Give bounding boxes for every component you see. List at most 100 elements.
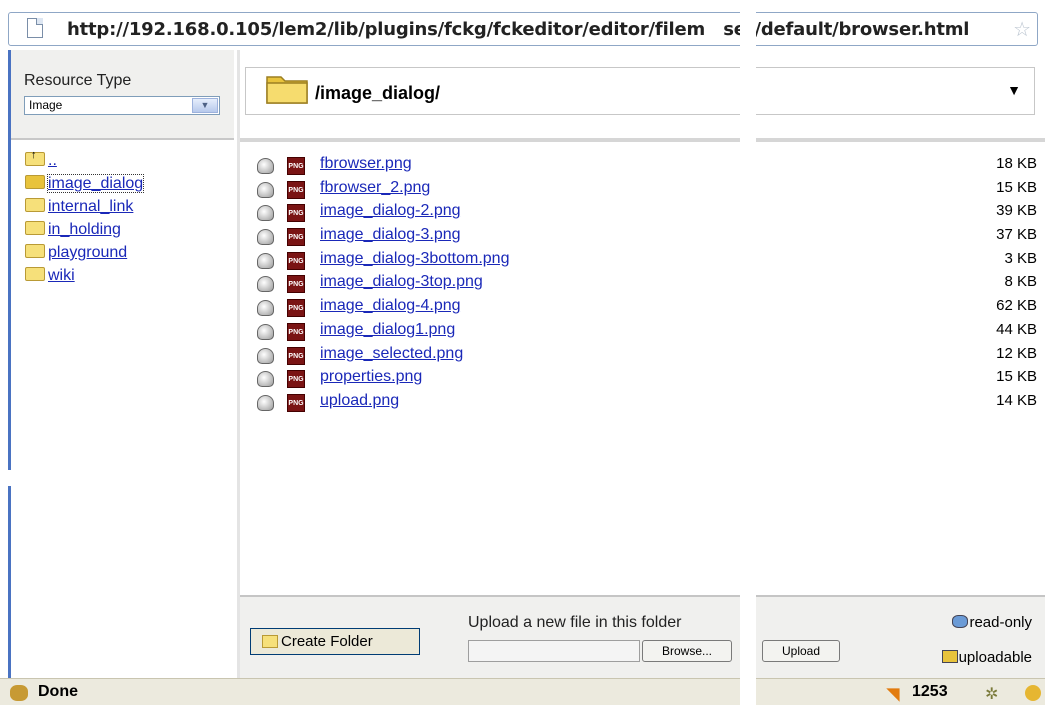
- parent-folder-icon: [25, 149, 45, 166]
- file-row[interactable]: PNG image_dialog1.png 44 KB: [257, 321, 1037, 345]
- status-bar: Done ◥ 1253 ✲: [0, 678, 1045, 705]
- view-file-icon[interactable]: [257, 347, 274, 364]
- resource-type-panel: Resource Type Image ▼: [11, 50, 234, 140]
- file-link[interactable]: image_selected.png: [320, 345, 463, 363]
- view-file-icon[interactable]: [257, 371, 274, 388]
- file-row[interactable]: PNG image_dialog-2.png 39 KB: [257, 202, 1037, 226]
- folder-link[interactable]: internal_link: [48, 198, 133, 215]
- file-list-frame: /image_dialog/ ▼ PNG fbrowser.png 18 KB PNG…: [237, 50, 1045, 678]
- status-icon: [10, 685, 28, 701]
- png-file-icon: PNG: [287, 322, 305, 341]
- bookmark-star-icon[interactable]: ☆: [1013, 17, 1031, 42]
- upload-instructions: Upload a new file in this folder: [468, 614, 682, 631]
- folder-tree-frame: Resource Type Image ▼ .. image_dialoginte…: [8, 50, 234, 678]
- url-text[interactable]: http://192.168.0.105/lem2/lib/plugins/fc…: [67, 19, 969, 40]
- file-link[interactable]: fbrowser.png: [320, 155, 412, 173]
- create-folder-button[interactable]: Create Folder: [250, 628, 420, 655]
- file-link[interactable]: image_dialog-2.png: [320, 202, 461, 220]
- png-file-icon: PNG: [287, 370, 305, 389]
- file-link[interactable]: upload.png: [320, 392, 399, 410]
- file-size: 62 KB: [996, 297, 1037, 315]
- png-file-icon: PNG: [287, 180, 305, 199]
- status-text: Done: [38, 683, 78, 700]
- view-file-icon[interactable]: [257, 158, 274, 174]
- file-link[interactable]: image_dialog-3bottom.png: [320, 250, 509, 268]
- path-bar: /image_dialog/ ▼: [240, 50, 1045, 138]
- file-size: 3 KB: [1004, 249, 1037, 267]
- folder-icon: [25, 267, 45, 281]
- file-row[interactable]: PNG image_dialog-3top.png 8 KB: [257, 273, 1037, 297]
- read-only-folder-icon: [952, 615, 969, 628]
- folder-item[interactable]: wiki: [25, 267, 143, 290]
- folder-icon: [25, 175, 45, 189]
- file-row[interactable]: PNG image_selected.png 12 KB: [257, 345, 1037, 369]
- file-row[interactable]: PNG upload.png 14 KB: [257, 392, 1037, 416]
- folder-link[interactable]: image_dialog: [46, 174, 145, 193]
- file-size: 14 KB: [996, 391, 1037, 409]
- current-path: /image_dialog/: [315, 83, 441, 103]
- file-list: PNG fbrowser.png 18 KB PNG fbrowser_2.png 15 …: [257, 155, 1037, 416]
- chevron-down-icon[interactable]: ▼: [1007, 82, 1021, 98]
- folder-link[interactable]: ..: [48, 152, 57, 169]
- file-row[interactable]: PNG properties.png 15 KB: [257, 368, 1037, 392]
- folder-icon: [266, 76, 308, 104]
- file-link[interactable]: image_dialog-4.png: [320, 297, 461, 315]
- file-link[interactable]: image_dialog-3top.png: [320, 273, 483, 291]
- file-row[interactable]: PNG fbrowser_2.png 15 KB: [257, 179, 1037, 203]
- png-file-icon: PNG: [287, 346, 305, 365]
- view-file-icon[interactable]: [257, 229, 274, 246]
- file-link[interactable]: image_dialog-3.png: [320, 226, 461, 244]
- uploadable-folder-icon: [941, 650, 958, 663]
- legend-read-only-label: read-only: [969, 614, 1032, 631]
- folder-link[interactable]: playground: [48, 244, 127, 261]
- resource-type-label: Resource Type: [24, 72, 132, 89]
- folder-link[interactable]: in_holding: [48, 221, 121, 238]
- file-path-input[interactable]: [468, 640, 640, 662]
- legend-uploadable: uploadable: [941, 649, 1032, 666]
- upload-panel: Create Folder Upload a new file in this …: [240, 595, 1045, 678]
- legend-read-only: read-only: [952, 614, 1032, 631]
- folder-item[interactable]: image_dialog: [25, 174, 145, 198]
- counter: 1253: [912, 683, 948, 700]
- file-link[interactable]: image_dialog1.png: [320, 321, 455, 339]
- folder-icon: [25, 244, 45, 258]
- view-file-icon[interactable]: [257, 181, 274, 198]
- folder-item[interactable]: playground: [25, 244, 143, 267]
- create-folder-label: Create Folder: [281, 633, 373, 650]
- folder-item[interactable]: in_holding: [25, 221, 143, 244]
- file-row[interactable]: PNG image_dialog-3bottom.png 3 KB: [257, 250, 1037, 274]
- file-size: 8 KB: [1004, 273, 1037, 291]
- addon-icon[interactable]: [1025, 685, 1041, 701]
- view-file-icon[interactable]: [257, 276, 274, 293]
- png-file-icon: PNG: [287, 299, 305, 318]
- png-file-icon: PNG: [287, 228, 305, 247]
- file-row[interactable]: PNG image_dialog-4.png 62 KB: [257, 297, 1037, 321]
- folder-list: .. image_dialog internal_link in_holdingpla…: [25, 149, 145, 290]
- view-file-icon[interactable]: [257, 394, 274, 411]
- address-bar[interactable]: http://192.168.0.105/lem2/lib/plugins/fc…: [8, 12, 1038, 46]
- file-link[interactable]: properties.png: [320, 368, 422, 386]
- file-row[interactable]: PNG fbrowser.png 18 KB: [257, 155, 1037, 179]
- folder-item[interactable]: internal_link: [25, 198, 143, 221]
- view-file-icon[interactable]: [257, 300, 274, 317]
- folder-link[interactable]: wiki: [48, 267, 75, 284]
- png-file-icon: PNG: [287, 275, 305, 294]
- view-file-icon[interactable]: [257, 252, 274, 269]
- folder-icon: [262, 635, 278, 648]
- file-row[interactable]: PNG image_dialog-3.png 37 KB: [257, 226, 1037, 250]
- resource-type-select[interactable]: Image ▼: [24, 96, 220, 115]
- view-file-icon[interactable]: [257, 323, 274, 340]
- file-link[interactable]: fbrowser_2.png: [320, 179, 430, 197]
- legend-uploadable-label: uploadable: [958, 649, 1032, 666]
- upload-button[interactable]: Upload: [762, 640, 840, 662]
- rss-icon[interactable]: ◥: [887, 684, 899, 704]
- view-file-icon[interactable]: [257, 205, 274, 222]
- file-size: 12 KB: [996, 344, 1037, 362]
- folder-item[interactable]: ..: [25, 149, 143, 175]
- chevron-down-icon[interactable]: ▼: [192, 98, 218, 113]
- folder-icon: [25, 221, 45, 235]
- browse-button[interactable]: Browse...: [642, 640, 732, 662]
- bug-icon[interactable]: ✲: [985, 684, 998, 704]
- file-size: 37 KB: [996, 226, 1037, 244]
- divider: [240, 138, 1045, 142]
